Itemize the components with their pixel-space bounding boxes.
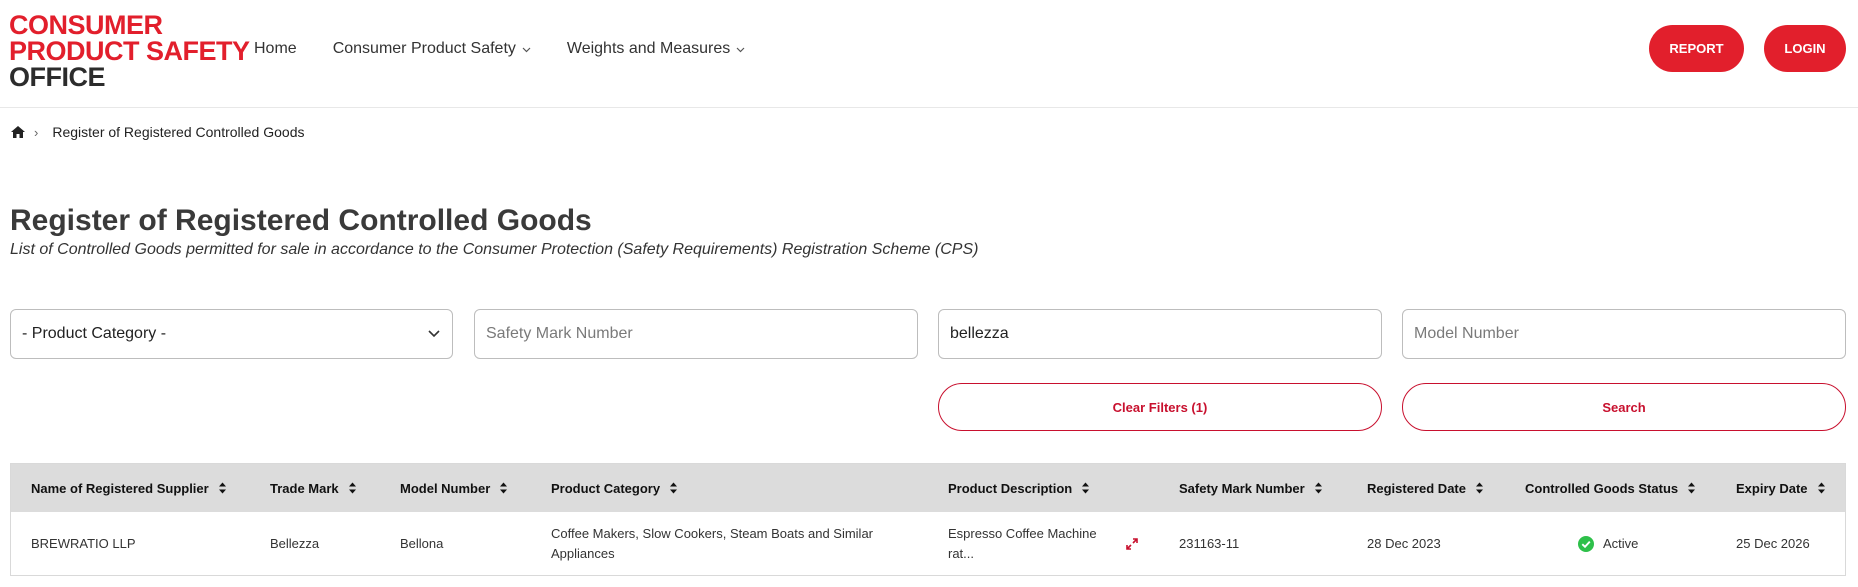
chevron-down-icon (522, 47, 531, 53)
cell-safety-mark: 231163-11 (1179, 535, 1240, 551)
cell-supplier: BREWRATIO LLP (31, 535, 136, 551)
breadcrumb: › Register of Registered Controlled Good… (10, 124, 304, 140)
keyword-field (938, 309, 1382, 359)
column-header-model-number[interactable]: Model Number (400, 464, 508, 512)
product-category-select[interactable]: - Product Category - (10, 309, 453, 359)
nav-home[interactable]: Home (254, 40, 297, 58)
safety-mark-input[interactable] (486, 325, 906, 343)
logo-line-1: CONSUMER (9, 10, 163, 40)
column-header-label: Product Category (551, 480, 661, 496)
sort-icon (670, 482, 678, 494)
column-header-label: Model Number (400, 480, 491, 496)
results-table: Name of Registered Supplier Trade Mark M… (10, 463, 1846, 576)
sort-icon (1082, 482, 1090, 494)
status-badge: Active (1603, 535, 1639, 551)
nav-weights-and-measures-label: Weights and Measures (566, 40, 731, 57)
search-button[interactable]: Search (1402, 383, 1846, 431)
cell-trade-mark: Bellezza (270, 535, 320, 551)
column-header-label: Safety Mark Number (1179, 480, 1305, 496)
home-icon[interactable] (10, 125, 26, 139)
chevron-down-icon (736, 47, 745, 53)
sort-icon (348, 482, 356, 494)
nav-consumer-product-safety-label: Consumer Product Safety (332, 40, 516, 57)
column-header-label: Product Description (948, 480, 1073, 496)
sort-icon (218, 482, 226, 494)
sort-icon (500, 482, 508, 494)
cell-product-description: Espresso Coffee Machine rat... (948, 512, 1097, 575)
model-number-input[interactable] (1414, 325, 1834, 343)
sort-icon (1688, 482, 1696, 494)
column-header-expiry-date[interactable]: Expiry Date (1736, 464, 1826, 512)
column-header-product-description[interactable]: Product Description (948, 464, 1090, 512)
expand-icon (1126, 537, 1138, 550)
product-category-value: - Product Category - (22, 325, 167, 342)
table-row: BREWRATIO LLP Bellezza Bellona Coffee Ma… (11, 512, 1845, 575)
sort-icon (1817, 482, 1825, 494)
report-button[interactable]: REPORT (1649, 25, 1744, 72)
keyword-input[interactable] (950, 325, 1370, 343)
main-nav: Home Consumer Product Safety Weights and… (254, 40, 781, 58)
cell-product-description-line-2: rat... (948, 545, 975, 561)
chevron-down-icon (428, 330, 440, 338)
page-title: Register of Registered Controlled Goods (10, 204, 592, 237)
column-header-label: Trade Mark (270, 480, 339, 496)
cell-expiry-date: 25 Dec 2026 (1736, 535, 1810, 551)
column-header-label: Expiry Date (1736, 480, 1808, 496)
cell-product-category-line-1: Coffee Makers, Slow Cookers, Steam Boats… (551, 525, 874, 541)
cell-registered-date: 28 Dec 2023 (1367, 535, 1441, 551)
cell-product-description-line-1: Espresso Coffee Machine (948, 525, 1097, 541)
cell-status: Active (1578, 512, 1638, 575)
clear-filters-button[interactable]: Clear Filters (1) (938, 383, 1382, 431)
nav-home-label: Home (254, 40, 297, 57)
sort-icon (1475, 482, 1483, 494)
login-button[interactable]: LOGIN (1764, 25, 1846, 72)
page-subtitle: List of Controlled Goods permitted for s… (10, 241, 979, 258)
site-header: CONSUMER PRODUCT SAFETY OFFICE Home Cons… (0, 0, 1858, 108)
nav-consumer-product-safety[interactable]: Consumer Product Safety (333, 40, 531, 58)
column-header-label: Name of Registered Supplier (31, 480, 209, 496)
column-header-registered-date[interactable]: Registered Date (1367, 464, 1484, 512)
column-header-supplier[interactable]: Name of Registered Supplier (31, 464, 227, 512)
table-header-row: Name of Registered Supplier Trade Mark M… (11, 464, 1845, 512)
cell-product-category: Coffee Makers, Slow Cookers, Steam Boats… (551, 512, 873, 575)
column-header-label: Controlled Goods Status (1525, 480, 1679, 496)
column-header-trade-mark[interactable]: Trade Mark (270, 464, 357, 512)
column-header-safety-mark[interactable]: Safety Mark Number (1179, 464, 1323, 512)
cell-model-number: Bellona (400, 535, 444, 551)
breadcrumb-current: Register of Registered Controlled Goods (52, 124, 305, 140)
breadcrumb-separator: › (34, 124, 39, 140)
site-logo[interactable]: CONSUMER PRODUCT SAFETY OFFICE (9, 10, 250, 92)
check-circle-icon (1578, 535, 1594, 552)
model-number-field (1402, 309, 1846, 359)
sort-icon (1314, 482, 1322, 494)
column-header-label: Registered Date (1367, 480, 1466, 496)
nav-weights-and-measures[interactable]: Weights and Measures (567, 40, 745, 58)
expand-description[interactable] (1125, 512, 1139, 575)
logo-line-3: OFFICE (9, 62, 105, 92)
cell-product-category-line-2: Appliances (551, 545, 615, 561)
column-header-status[interactable]: Controlled Goods Status (1525, 464, 1696, 512)
logo-line-2: PRODUCT SAFETY (9, 36, 250, 66)
safety-mark-field (474, 309, 918, 359)
column-header-product-category[interactable]: Product Category (551, 464, 678, 512)
